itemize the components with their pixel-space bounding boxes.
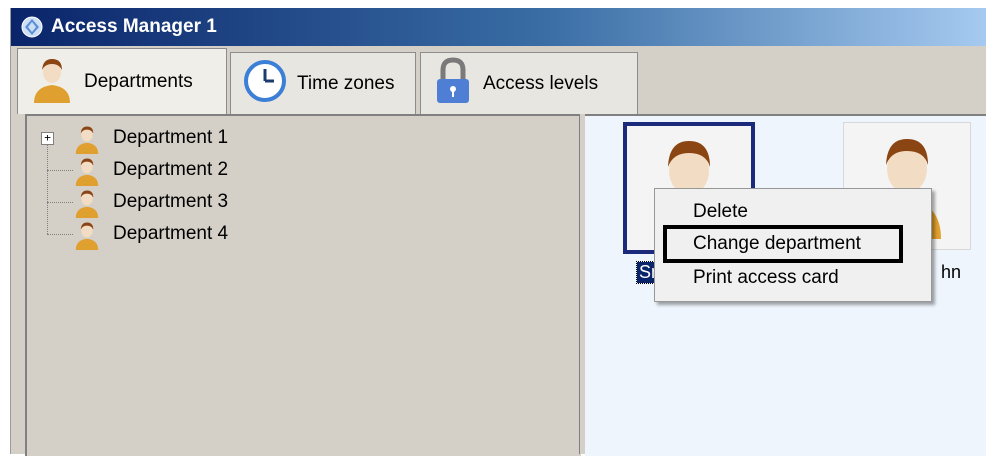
clock-icon [243,59,287,109]
tree-item-label: Department 2 [113,159,229,180]
context-menu: Delete Change department Print access ca… [654,188,932,302]
tree-item-department-4[interactable]: Department 4 [27,218,427,250]
window-title: Access Manager 1 [51,16,217,37]
department-tree[interactable]: + Department 1 Department 2 Department 3… [25,114,582,456]
title-bar[interactable]: Access Manager 1 [11,8,986,46]
tree-item-label: Department 1 [113,127,229,148]
tree-item-department-2[interactable]: Department 2 [27,154,427,186]
tree-item-department-3[interactable]: Department 3 [27,186,427,218]
tab-label: Time zones [297,72,395,94]
tree-item-label: Department 4 [113,223,229,244]
tab-access-levels[interactable]: Access levels [420,52,638,114]
tab-label: Access levels [483,72,599,94]
padlock-icon [433,56,473,111]
expand-icon[interactable]: + [41,132,54,145]
menu-item-change-department[interactable]: Change department [693,233,861,255]
menu-item-print-access-card[interactable]: Print access card [693,267,839,289]
person-icon [30,55,74,109]
tab-strip: Departments Time zones Access levels [11,46,986,114]
access-manager-icon [21,16,43,38]
tab-time-zones[interactable]: Time zones [230,52,416,114]
tree-item-department-1[interactable]: + Department 1 [27,122,427,154]
menu-item-delete[interactable]: Delete [693,201,748,223]
tab-departments[interactable]: Departments [17,48,227,114]
tree-item-label: Department 3 [113,191,229,212]
person-icon [73,220,101,256]
tab-label: Departments [84,70,193,92]
employee-name: hn [941,262,962,282]
